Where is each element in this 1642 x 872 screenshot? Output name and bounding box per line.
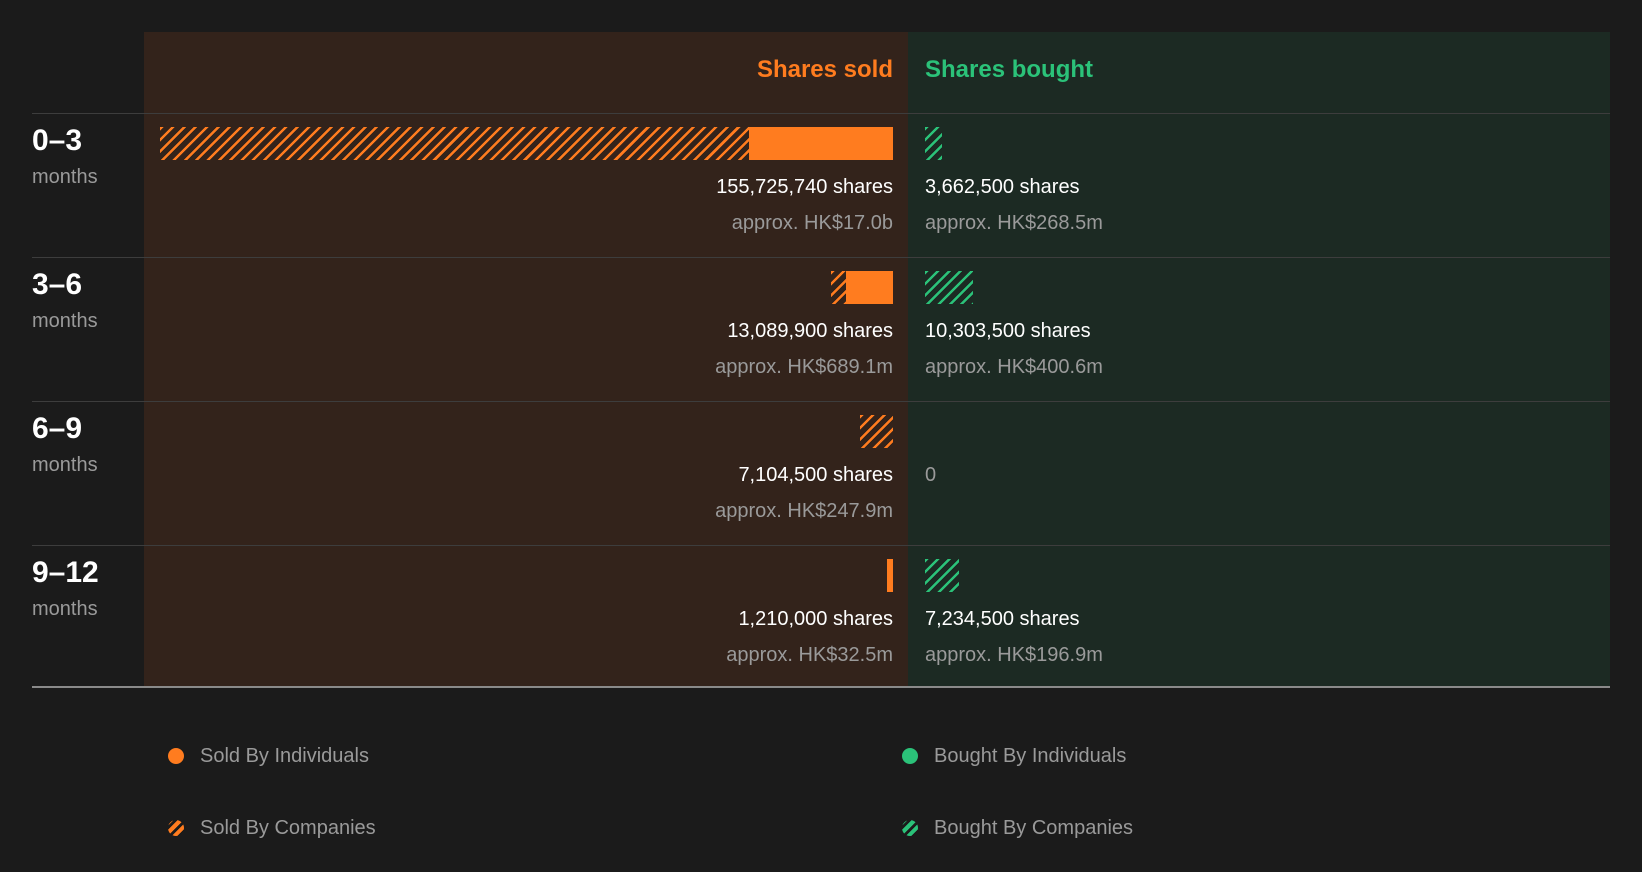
chart-bottom-divider — [32, 686, 1610, 688]
sold-shares-value: 155,725,740 shares — [716, 176, 893, 198]
sold-by-individuals-bar — [749, 127, 893, 160]
bought-by-companies-bar — [925, 271, 974, 304]
sold-approx-value: approx. HK$17.0b — [731, 212, 893, 234]
bought-approx-value: approx. HK$196.9m — [925, 644, 1103, 666]
legend-swatch-icon — [902, 820, 918, 836]
sold-approx-value: approx. HK$689.1m — [715, 356, 893, 378]
bought-by-companies-bar — [925, 127, 943, 160]
legend-label: Sold By Companies — [200, 816, 376, 839]
period-row: 3–6 months 13,089,900 shares approx. HK$689… — [0, 257, 1642, 401]
shares-bought-header: Shares bought — [925, 56, 1094, 83]
period-label: 0–3 — [32, 124, 83, 157]
sold-shares-value: 1,210,000 shares — [738, 608, 893, 630]
legend-item[interactable]: Sold By Individuals — [168, 742, 369, 770]
period-unit: months — [32, 598, 98, 620]
bought-shares-value: 7,234,500 shares — [925, 608, 1080, 630]
sold-by-individuals-bar — [845, 271, 893, 304]
legend-item[interactable]: Sold By Companies — [168, 814, 376, 842]
period-unit: months — [32, 454, 98, 476]
legend-item[interactable]: Bought By Individuals — [902, 742, 1126, 770]
period-unit: months — [32, 310, 98, 332]
sold-approx-value: approx. HK$32.5m — [726, 644, 893, 666]
legend-swatch-icon — [168, 748, 184, 764]
sold-by-companies-bar — [831, 271, 846, 304]
bought-shares-value: 10,303,500 shares — [925, 320, 1091, 342]
bought-approx-value: approx. HK$268.5m — [925, 212, 1103, 234]
period-label: 6–9 — [32, 412, 83, 445]
legend-item[interactable]: Bought By Companies — [902, 814, 1133, 842]
bought-approx-value: approx. HK$400.6m — [925, 356, 1103, 378]
period-label: 3–6 — [32, 268, 83, 301]
shares-sold-header: Shares sold — [756, 56, 893, 83]
period-row: 0–3 months 155,725,740 shares approx. HK$17… — [0, 113, 1642, 257]
legend-swatch-icon — [168, 820, 184, 836]
bought-shares-value: 0 — [925, 464, 937, 486]
sold-shares-value: 7,104,500 shares — [738, 464, 893, 486]
sold-shares-value: 13,089,900 shares — [727, 320, 893, 342]
legend-swatch-icon — [902, 748, 918, 764]
sold-approx-value: approx. HK$247.9m — [715, 500, 893, 522]
sold-by-companies-bar — [160, 127, 750, 160]
sold-by-individuals-bar — [887, 559, 893, 592]
period-row: 9–12 months 1,210,000 shares approx. HK$32.… — [0, 545, 1642, 689]
legend-label: Sold By Individuals — [200, 744, 369, 767]
sold-by-companies-bar — [859, 415, 893, 448]
bought-shares-value: 3,662,500 shares — [925, 176, 1080, 198]
bought-by-companies-bar — [925, 559, 960, 592]
period-row: 6–9 months 7,104,500 shares approx. HK$247.… — [0, 401, 1642, 545]
period-label: 9–12 — [32, 556, 99, 589]
legend-label: Bought By Individuals — [934, 744, 1127, 767]
period-unit: months — [32, 166, 98, 188]
legend-label: Bought By Companies — [934, 816, 1134, 839]
